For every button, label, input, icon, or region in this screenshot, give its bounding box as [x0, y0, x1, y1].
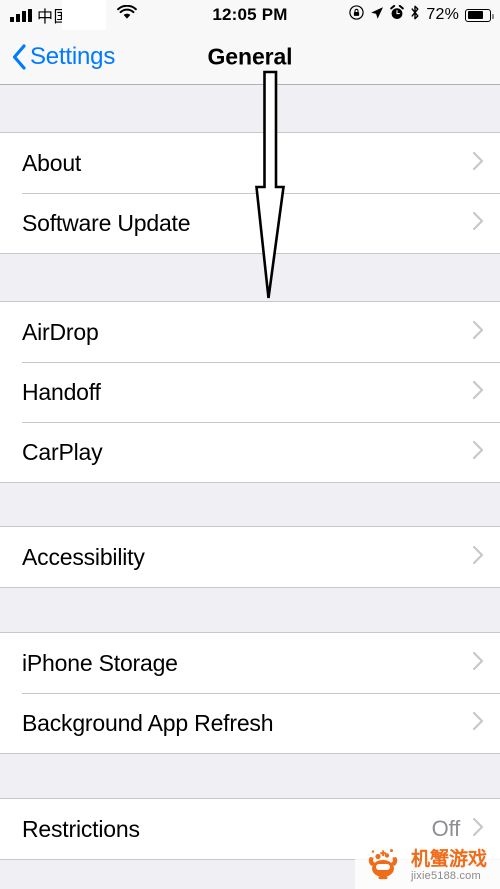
page-title: General	[207, 43, 293, 70]
battery-icon	[465, 8, 494, 22]
row-label: AirDrop	[22, 318, 99, 345]
row-label: Handoff	[22, 378, 101, 405]
section-gap-top	[0, 86, 500, 132]
alarm-clock-icon	[390, 4, 405, 25]
bluetooth-icon	[410, 5, 420, 25]
settings-group-1: About Software Update	[0, 132, 500, 254]
chevron-right-icon	[472, 211, 484, 236]
chevron-right-icon	[472, 320, 484, 345]
location-arrow-icon	[370, 5, 384, 25]
rotation-lock-icon	[349, 5, 365, 25]
section-gap-2	[0, 483, 500, 526]
row-label: CarPlay	[22, 438, 103, 465]
chevron-right-icon	[472, 651, 484, 676]
settings-group-3: Accessibility	[0, 526, 500, 588]
chevron-right-icon	[472, 545, 484, 570]
status-bar-right: 72%	[349, 4, 494, 25]
status-bar: 中国 12:05 PM 72%	[0, 0, 500, 30]
section-gap-1	[0, 254, 500, 301]
row-airdrop[interactable]: AirDrop	[0, 302, 500, 362]
section-gap-4	[0, 754, 500, 798]
chevron-right-icon	[472, 380, 484, 405]
chevron-right-icon	[472, 440, 484, 465]
settings-group-2: AirDrop Handoff CarPlay	[0, 301, 500, 483]
settings-table: About Software Update AirDrop Handoff Ca…	[0, 86, 500, 889]
row-label: iPhone Storage	[22, 649, 178, 676]
row-label: Accessibility	[22, 543, 145, 570]
row-label: About	[22, 149, 82, 176]
chevron-right-icon	[472, 817, 484, 842]
watermark-text: 机蟹游戏 jixie5188.com	[411, 850, 487, 882]
row-iphone-storage[interactable]: iPhone Storage	[0, 633, 500, 693]
chevron-right-icon	[472, 151, 484, 176]
row-about[interactable]: About	[0, 133, 500, 193]
row-carplay[interactable]: CarPlay	[0, 422, 500, 482]
carrier-redaction-mask	[62, 0, 106, 30]
navigation-bar: Settings General	[0, 30, 500, 85]
watermark-site-name: 机蟹游戏	[411, 849, 488, 870]
settings-group-4: iPhone Storage Background App Refresh	[0, 632, 500, 754]
row-accessibility[interactable]: Accessibility	[0, 527, 500, 587]
row-background-app-refresh[interactable]: Background App Refresh	[0, 693, 500, 753]
chevron-right-icon	[472, 711, 484, 736]
crab-logo-icon	[359, 847, 407, 886]
site-watermark: 机蟹游戏 jixie5188.com	[355, 843, 500, 889]
row-value: Off	[431, 816, 461, 841]
row-label: Background App Refresh	[22, 709, 274, 736]
row-software-update[interactable]: Software Update	[0, 193, 500, 253]
iphone-screen: 中国 12:05 PM 72% Settings General About S…	[0, 0, 500, 889]
row-label: Restrictions	[22, 815, 140, 842]
watermark-url: jixie5188.com	[411, 870, 481, 882]
row-handoff[interactable]: Handoff	[0, 362, 500, 422]
row-label: Software Update	[22, 209, 191, 236]
battery-percent-label: 72%	[426, 6, 459, 23]
section-gap-3	[0, 588, 500, 632]
